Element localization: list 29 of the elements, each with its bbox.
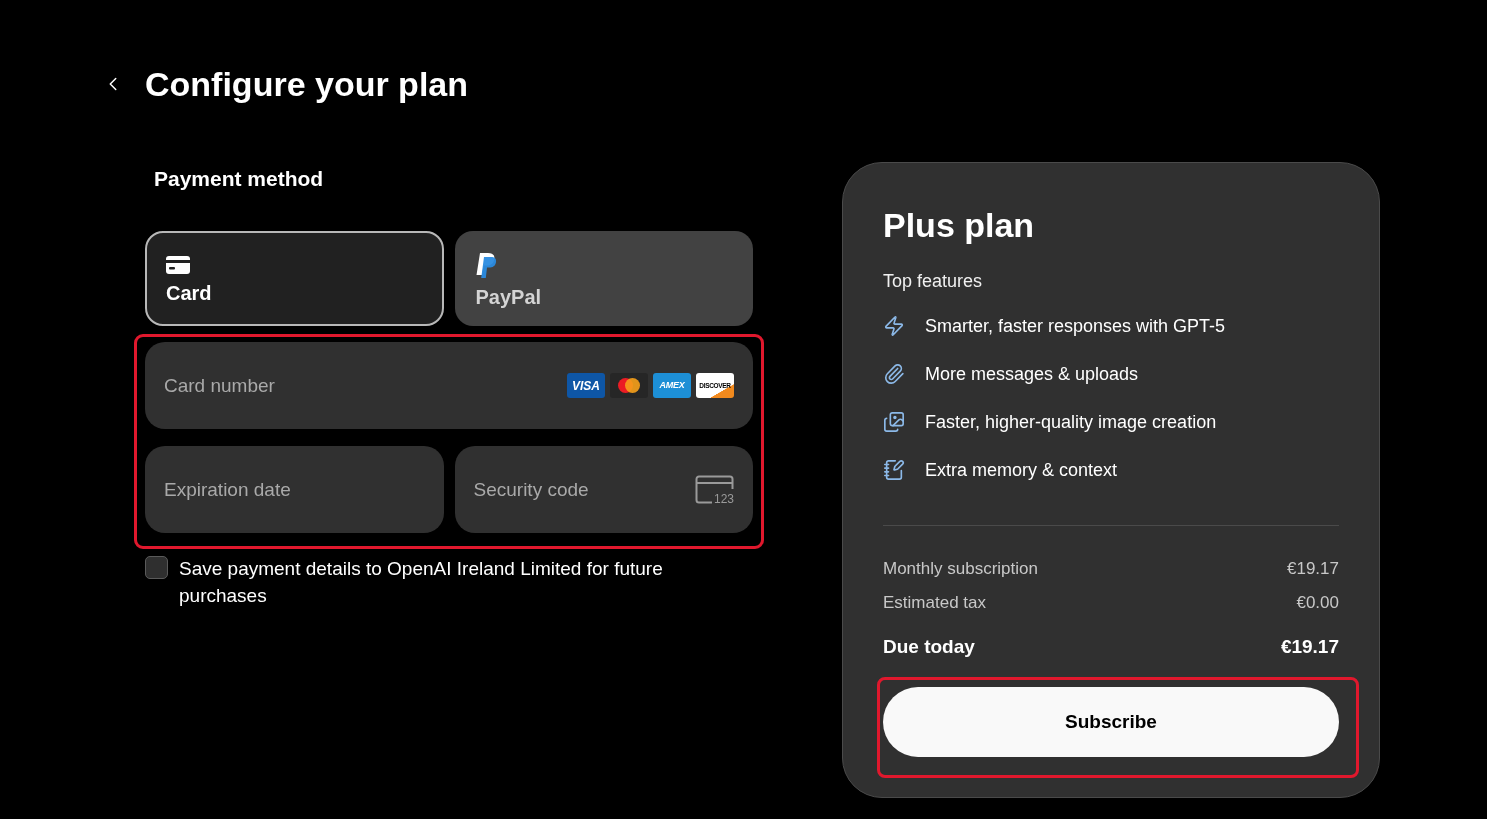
paypal-logo-icon: [475, 252, 497, 278]
summary-value: €19.17: [1287, 558, 1339, 581]
save-details-label: Save payment details to OpenAI Ireland Limited for future purchases: [179, 557, 664, 608]
expiration-date-field[interactable]: Expiration date: [145, 446, 444, 533]
payment-method-tab[interactable]: PayPal: [454, 231, 753, 326]
paperclip-icon: [883, 363, 905, 385]
summary-label: Estimated tax: [883, 592, 986, 615]
summary-value: €19.17: [1280, 634, 1339, 659]
features-heading: Top features: [883, 270, 984, 293]
feature-text: Smarter, faster responses with GPT-5: [925, 315, 1226, 338]
checkbox[interactable]: [145, 556, 168, 579]
notebook-pen-icon: [883, 459, 905, 481]
card-brand-logo: VISA: [567, 373, 605, 398]
section-heading: Payment method: [154, 166, 325, 192]
card-brand-icon: [610, 373, 648, 398]
lightning-icon: [883, 315, 905, 337]
plan-title: Plus plan: [883, 205, 1036, 246]
feature-text: Extra memory & context: [925, 459, 1118, 482]
subscribe-button[interactable]: Subscribe: [883, 687, 1339, 757]
summary-value: €0.00: [1296, 592, 1339, 615]
feature-text: More messages & uploads: [925, 363, 1139, 386]
summary-label: Due today: [883, 634, 975, 659]
payment-method-tab[interactable]: Card: [145, 231, 444, 326]
feature-text: Faster, higher-quality image creation: [925, 411, 1217, 434]
pictures-icon: [883, 411, 905, 433]
summary-label: Monthly subscription: [883, 558, 1038, 581]
card-brand-logo: AMEX: [653, 373, 691, 398]
credit-card-icon: [166, 256, 190, 274]
page-title: Configure your plan: [145, 64, 468, 105]
